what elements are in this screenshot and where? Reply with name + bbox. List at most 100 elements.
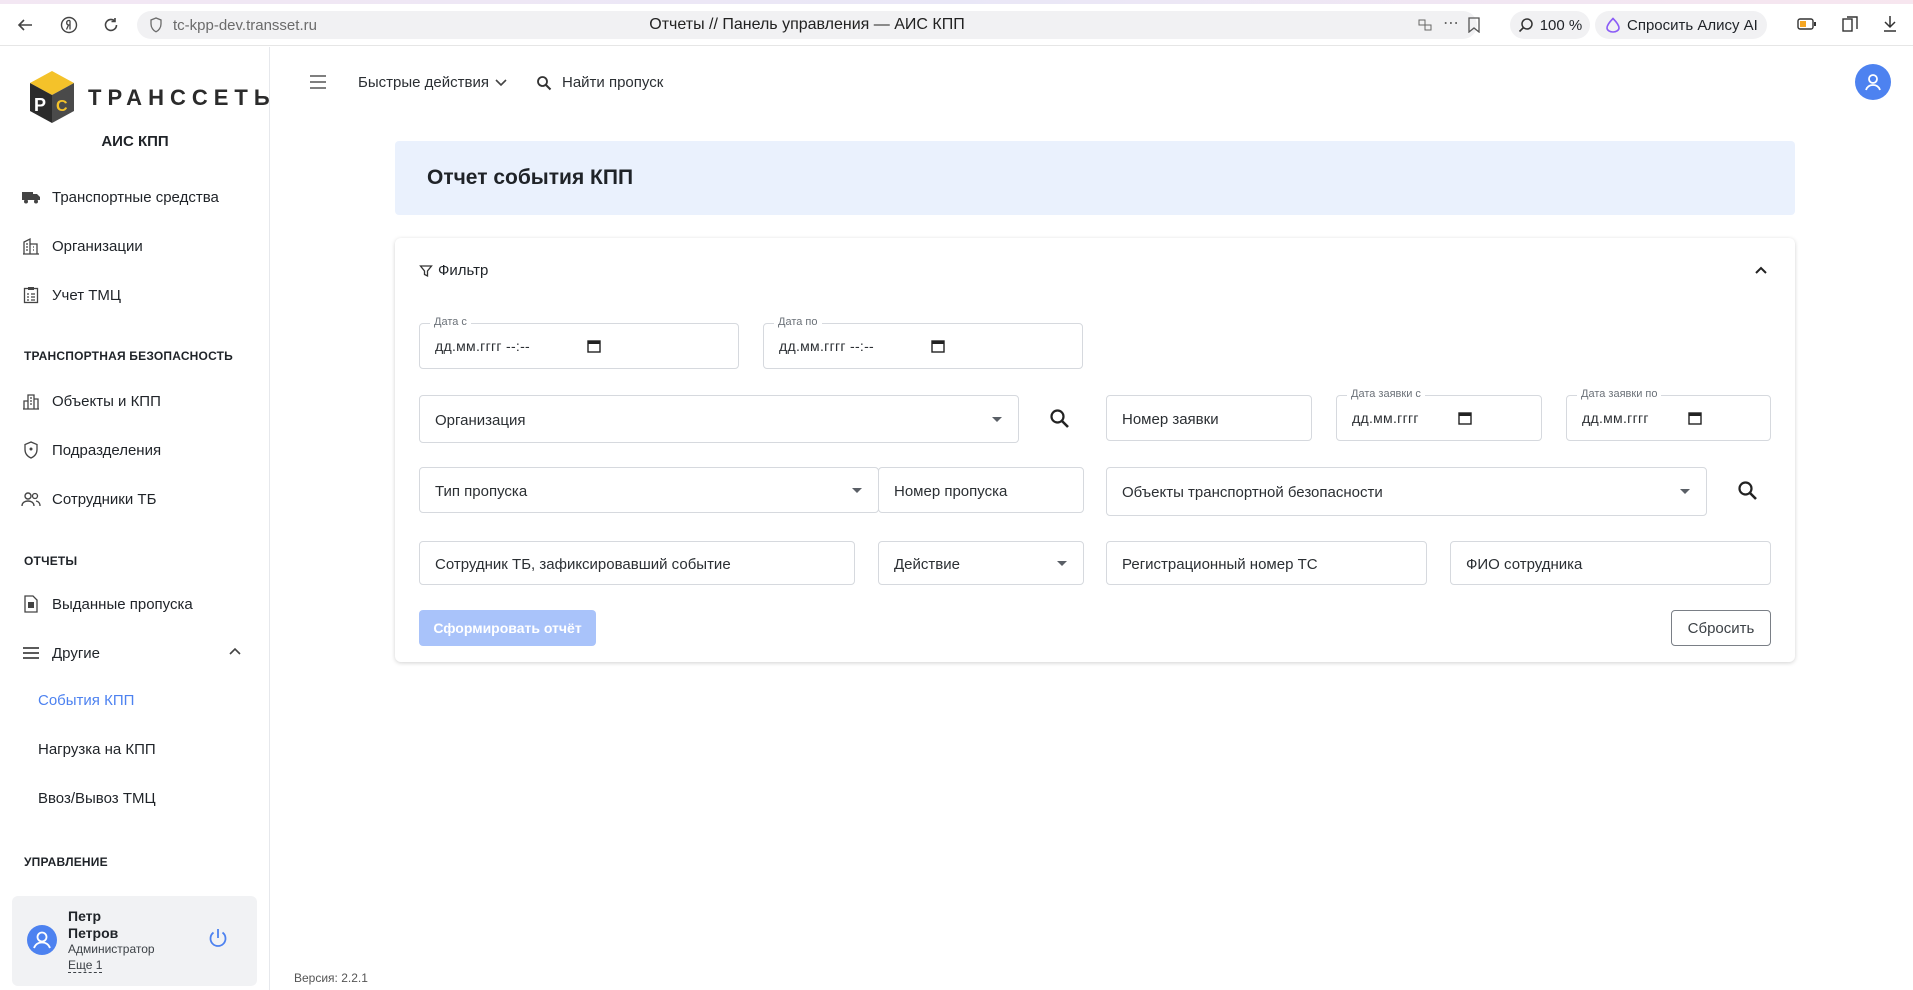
section-management: УПРАВЛЕНИЕ	[24, 855, 108, 869]
nav-item-issued-passes[interactable]: Выданные пропуска	[20, 592, 193, 616]
nav-item-vehicles[interactable]: Транспортные средства	[20, 185, 219, 209]
zoom-indicator[interactable]: 100 %	[1510, 11, 1590, 39]
reset-button[interactable]: Сбросить	[1671, 610, 1771, 646]
reload-icon[interactable]	[98, 12, 124, 38]
action-select[interactable]: Действие	[878, 541, 1084, 585]
nav-item-label: Учет ТМЦ	[52, 286, 121, 304]
clipboard-icon	[20, 284, 42, 306]
user-role: Администратор	[68, 942, 155, 956]
quick-actions-label: Быстрые действия	[358, 74, 489, 91]
nav-item-label: Объекты и КПП	[52, 392, 161, 410]
collapse-chevron-icon[interactable]	[1753, 262, 1769, 278]
request-date-from-input[interactable]: Дата заявки с дд.мм.гггг	[1336, 388, 1542, 441]
browser-toolbar: tc-kpp-dev.transset.ru Отчеты // Панель …	[0, 4, 1913, 46]
alice-button[interactable]: Спросить Алису AI	[1595, 11, 1767, 39]
calendar-icon[interactable]	[586, 338, 602, 354]
people-icon	[20, 488, 42, 510]
nav-item-label: Выданные пропуска	[52, 595, 193, 613]
zoom-icon	[1518, 18, 1533, 33]
chevron-up-icon[interactable]	[228, 644, 242, 658]
filter-panel: Фильтр Дата с дд.мм.гггг --:-- Дата по д…	[395, 238, 1795, 662]
generate-report-button[interactable]: Сформировать отчёт	[419, 610, 596, 646]
find-pass-button[interactable]: Найти пропуск	[536, 74, 663, 91]
sub-item-goods-in-out[interactable]: Ввоз/Вывоз ТМЦ	[38, 790, 156, 807]
request-number-placeholder: Номер заявки	[1122, 411, 1219, 428]
nav-item-security-staff[interactable]: Сотрудники ТБ	[20, 487, 156, 511]
pass-type-placeholder: Тип пропуска	[435, 483, 528, 500]
employee-event-input[interactable]: Сотрудник ТБ, зафиксировавший событие	[419, 541, 855, 585]
reg-number-input[interactable]: Регистрационный номер ТС	[1106, 541, 1427, 585]
employee-name-input[interactable]: ФИО сотрудника	[1450, 541, 1771, 585]
chevron-down-icon	[495, 78, 507, 86]
yandex-icon[interactable]	[56, 12, 82, 38]
filter-header[interactable]: Фильтр	[419, 262, 488, 279]
organization-placeholder: Организация	[435, 412, 526, 429]
dropdown-arrow-icon	[852, 488, 862, 493]
user-more-link[interactable]: Еще 1	[68, 958, 103, 973]
pass-number-input[interactable]: Номер пропуска	[878, 467, 1084, 513]
date-from-input[interactable]: Дата с дд.мм.гггг --:--	[419, 316, 739, 369]
profile-avatar[interactable]	[1855, 64, 1891, 100]
employee-event-placeholder: Сотрудник ТБ, зафиксировавший событие	[435, 556, 731, 573]
building-icon	[20, 235, 42, 257]
company-logo: P C ТРАНССЕТЬ	[26, 67, 270, 129]
organization-search-icon[interactable]	[1047, 406, 1073, 432]
svg-text:C: C	[56, 98, 68, 115]
date-to-value: дд.мм.гггг --:--	[779, 338, 875, 354]
user-last-name: Петров	[68, 925, 119, 941]
brand-name: ТРАНССЕТЬ	[88, 85, 276, 110]
logo-cube-icon: P C	[30, 71, 74, 123]
download-icon[interactable]	[1882, 15, 1898, 38]
extension-icon[interactable]	[1417, 17, 1433, 38]
address-bar[interactable]: tc-kpp-dev.transset.ru Отчеты // Панель …	[137, 11, 1480, 39]
nav-item-label: Другие	[52, 644, 101, 662]
back-icon[interactable]	[12, 12, 38, 38]
dropdown-arrow-icon	[992, 417, 1002, 422]
bookmark-icon[interactable]	[1467, 17, 1481, 38]
nav-item-organizations[interactable]: Организации	[20, 234, 143, 258]
more-dots-icon[interactable]: ⋯	[1443, 13, 1459, 33]
nav-item-other[interactable]: Другие	[20, 641, 100, 665]
request-number-input[interactable]: Номер заявки	[1106, 395, 1312, 441]
request-date-from-label: Дата заявки с	[1347, 388, 1425, 400]
calendar-icon[interactable]	[1457, 410, 1473, 426]
nav-item-label: Подразделения	[52, 441, 162, 459]
version-label: Версия: 2.2.1	[294, 971, 368, 985]
dropdown-arrow-icon	[1680, 489, 1690, 494]
avatar[interactable]	[27, 925, 57, 955]
action-placeholder: Действие	[894, 556, 960, 573]
date-to-input[interactable]: Дата по дд.мм.гггг --:--	[763, 316, 1083, 369]
battery-icon[interactable]	[1797, 17, 1817, 36]
employee-name-placeholder: ФИО сотрудника	[1466, 556, 1583, 573]
security-objects-select[interactable]: Объекты транспортной безопасности	[1106, 467, 1707, 516]
nav-item-label: Организации	[52, 237, 143, 255]
organization-select[interactable]: Организация	[419, 395, 1019, 443]
calendar-icon[interactable]	[1687, 410, 1703, 426]
collections-icon[interactable]	[1841, 15, 1859, 38]
calendar-icon[interactable]	[930, 338, 946, 354]
filter-icon	[419, 264, 433, 277]
sub-item-kpp-events[interactable]: События КПП	[38, 692, 134, 709]
menu-toggle-icon[interactable]	[308, 72, 328, 92]
user-icon	[33, 931, 51, 949]
alice-icon	[1606, 17, 1620, 33]
logout-power-icon[interactable]	[206, 926, 230, 950]
nav-item-divisions[interactable]: Подразделения	[20, 438, 161, 462]
date-from-label: Дата с	[430, 316, 471, 328]
list-icon	[20, 642, 42, 664]
find-pass-label: Найти пропуск	[562, 74, 664, 91]
nav-item-objects[interactable]: Объекты и КПП	[20, 389, 161, 413]
nav-item-label: Сотрудники ТБ	[52, 490, 157, 508]
page-title: Отчет события КПП	[427, 166, 634, 189]
user-name: Петр Петров	[68, 908, 118, 942]
sub-item-kpp-load[interactable]: Нагрузка на КПП	[38, 741, 156, 758]
pass-type-select[interactable]: Тип пропуска	[419, 467, 879, 513]
security-objects-search-icon[interactable]	[1735, 478, 1761, 504]
request-date-to-input[interactable]: Дата заявки по дд.мм.гггг	[1566, 388, 1771, 441]
reg-number-placeholder: Регистрационный номер ТС	[1122, 556, 1318, 573]
nav-item-inventory[interactable]: Учет ТМЦ	[20, 283, 121, 307]
filter-label: Фильтр	[438, 262, 489, 279]
request-date-from-value: дд.мм.гггг	[1352, 410, 1419, 426]
svg-text:P: P	[34, 95, 46, 115]
quick-actions-menu[interactable]: Быстрые действия	[358, 74, 507, 91]
